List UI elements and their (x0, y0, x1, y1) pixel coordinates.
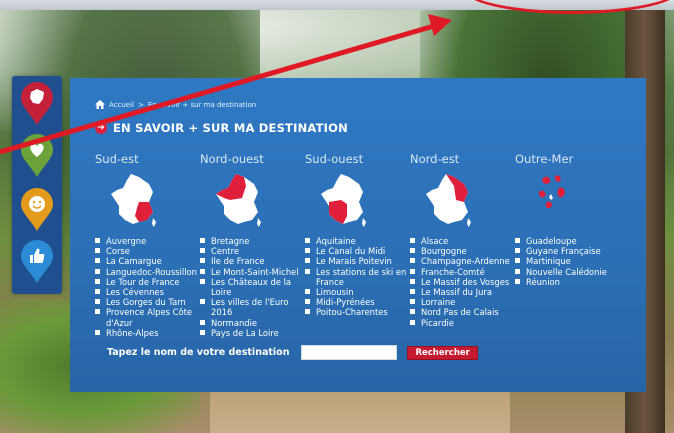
list-item[interactable]: Guadeloupe (515, 236, 640, 246)
list-item[interactable]: Midi-Pyrénées (305, 297, 415, 307)
page-title: EN SAVOIR + SUR MA DESTINATION (113, 121, 348, 135)
list-item[interactable]: Alsace (410, 236, 520, 246)
list-item[interactable]: Nord Pas de Calais (410, 307, 520, 317)
france-map-sud-ouest-icon[interactable] (319, 172, 369, 228)
list-item[interactable]: Pays de La Loire (200, 328, 310, 338)
list-item[interactable]: Rhône-Alpes (95, 328, 205, 338)
region-column-nord-est: Nord-est Alsace Bourgogne Champagne-Arde… (410, 152, 520, 328)
region-column-nord-ouest: Nord-ouest Bretagne Centre Ile de France… (200, 152, 310, 338)
overseas-islands-map-icon[interactable] (529, 172, 579, 228)
region-name[interactable]: Outre-Mer (515, 152, 640, 168)
list-item[interactable]: Les Châteaux de la Loire (200, 277, 310, 297)
destination-panel: Accueil > En savoir + sur ma destination… (70, 78, 646, 392)
list-item[interactable]: La Camargue (95, 256, 205, 266)
list-item[interactable]: Le Canal du Midi (305, 246, 415, 256)
region-column-outre-mer: Outre-Mer Guadeloupe Guyane Française Ma… (515, 152, 640, 287)
list-item[interactable]: Languedoc-Roussillon (95, 267, 205, 277)
breadcrumb-separator: > (138, 100, 144, 109)
list-item[interactable]: Provence Alpes Côte d'Azur (95, 307, 205, 328)
side-icon-bar (12, 76, 62, 294)
region-column-sud-ouest: Sud-ouest Aquitaine Le Canal du Midi Le … (305, 152, 415, 318)
destination-list: Guadeloupe Guyane Française Martinique N… (515, 236, 640, 287)
list-item[interactable]: Poitou-Charentes (305, 307, 415, 317)
region-name[interactable]: Sud-ouest (305, 152, 415, 168)
list-item[interactable]: Aquitaine (305, 236, 415, 246)
list-item[interactable]: Nouvelle Calédonie (515, 267, 640, 277)
thumbs-up-pin-icon[interactable] (19, 240, 55, 284)
search-row: Tapez le nom de votre destination Recher… (107, 345, 478, 360)
title-row: ➔ EN SAVOIR + SUR MA DESTINATION (95, 121, 348, 135)
list-item[interactable]: Le Marais Poitevin (305, 256, 415, 266)
list-item[interactable]: Les villes de l'Euro 2016 (200, 297, 310, 317)
region-name[interactable]: Nord-est (410, 152, 520, 168)
france-map-nord-ouest-icon[interactable] (214, 172, 264, 228)
list-item[interactable]: Le Massif des Vosges (410, 277, 520, 287)
home-icon[interactable] (95, 100, 105, 109)
list-item[interactable]: Centre (200, 246, 310, 256)
list-item[interactable]: Le Tour de France (95, 277, 205, 287)
region-name[interactable]: Nord-ouest (200, 152, 310, 168)
destination-list: Auvergne Corse La Camargue Languedoc-Rou… (95, 236, 205, 338)
destination-list: Bretagne Centre Ile de France Le Mont-Sa… (200, 236, 310, 338)
region-name[interactable]: Sud-est (95, 152, 205, 168)
list-item[interactable]: Ile de France (200, 256, 310, 266)
search-label: Tapez le nom de votre destination (107, 347, 290, 358)
region-column-sud-est: Sud-est Auvergne Corse La Camargue Langu… (95, 152, 205, 338)
list-item[interactable]: Guyane Française (515, 246, 640, 256)
search-input[interactable] (301, 345, 398, 360)
smiley-pin-icon[interactable] (19, 188, 55, 232)
list-item[interactable]: Martinique (515, 256, 640, 266)
list-item[interactable]: Champagne-Ardenne (410, 256, 520, 266)
breadcrumb-current: En savoir + sur ma destination (147, 100, 257, 109)
list-item[interactable]: Limousin (305, 287, 415, 297)
list-item[interactable]: Le Mont-Saint-Michel (200, 267, 310, 277)
breadcrumb-home-link[interactable]: Accueil (109, 101, 134, 109)
list-item[interactable]: Normandie (200, 318, 310, 328)
list-item[interactable]: Franche-Comté (410, 267, 520, 277)
list-item[interactable]: Corse (95, 246, 205, 256)
france-pin-icon[interactable] (19, 82, 55, 126)
list-item[interactable]: Picardie (410, 318, 520, 328)
list-item[interactable]: Auvergne (95, 236, 205, 246)
arrow-circle-icon: ➔ (95, 122, 107, 134)
list-item[interactable]: Bourgogne (410, 246, 520, 256)
list-item[interactable]: Les Cévennes (95, 287, 205, 297)
list-item[interactable]: Les Gorges du Tarn (95, 297, 205, 307)
search-button[interactable]: Rechercher (407, 345, 478, 360)
destination-list: Alsace Bourgogne Champagne-Ardenne Franc… (410, 236, 520, 328)
list-item[interactable]: Bretagne (200, 236, 310, 246)
heart-pin-icon[interactable] (19, 134, 55, 178)
list-item[interactable]: Lorraine (410, 297, 520, 307)
list-item[interactable]: Les stations de ski en France (305, 267, 415, 287)
destination-list: Aquitaine Le Canal du Midi Le Marais Poi… (305, 236, 415, 318)
list-item[interactable]: Le Massif du Jura (410, 287, 520, 297)
list-item[interactable]: Réunion (515, 277, 640, 287)
breadcrumb: Accueil > En savoir + sur ma destination (95, 100, 256, 109)
france-map-sud-est-icon[interactable] (109, 172, 159, 228)
france-map-nord-est-icon[interactable] (424, 172, 474, 228)
